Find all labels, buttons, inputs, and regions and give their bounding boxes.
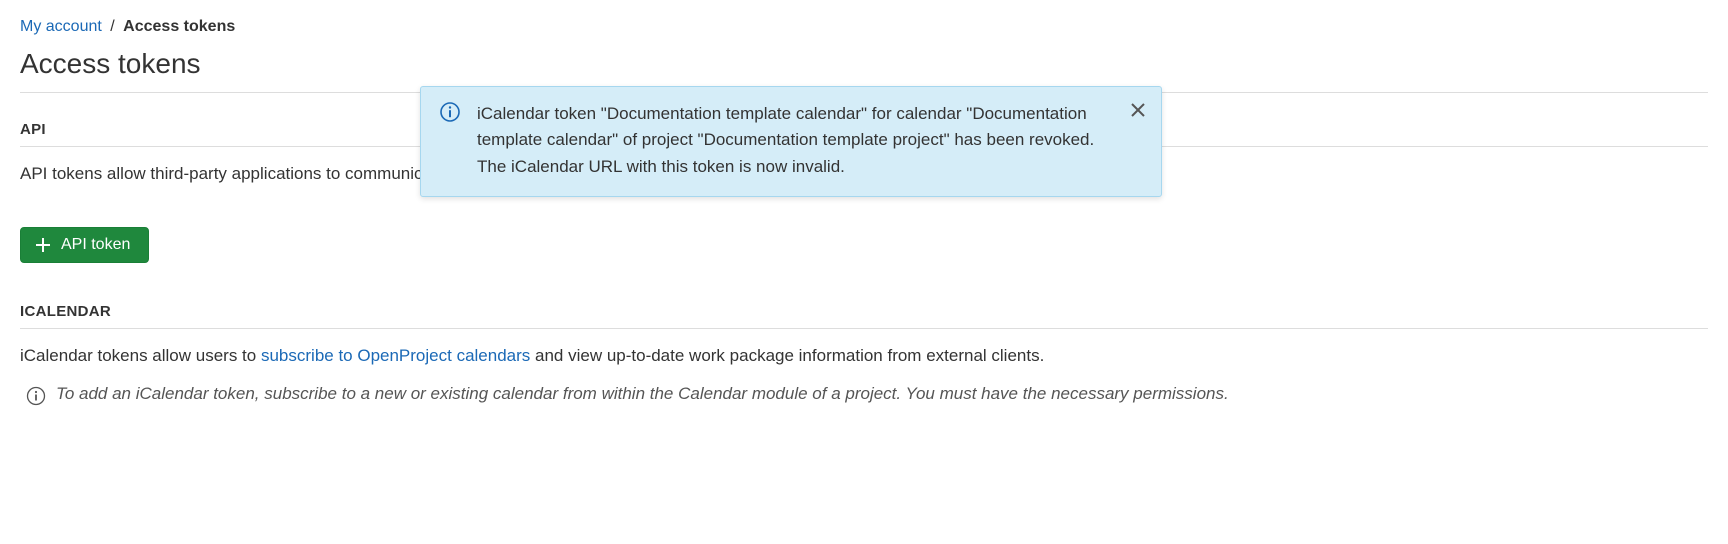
- add-api-token-button[interactable]: API token: [20, 227, 149, 263]
- info-icon: [439, 101, 461, 131]
- info-icon: [26, 386, 46, 411]
- icalendar-desc-suffix: and view up-to-date work package informa…: [530, 346, 1044, 365]
- breadcrumb-current: Access tokens: [123, 18, 235, 35]
- subscribe-calendars-link[interactable]: subscribe to OpenProject calendars: [261, 346, 530, 365]
- breadcrumb-parent-link[interactable]: My account: [20, 18, 102, 35]
- breadcrumb: My account / Access tokens: [20, 18, 1708, 36]
- icalendar-desc-prefix: iCalendar tokens allow users to: [20, 346, 261, 365]
- page-title: Access tokens: [20, 48, 1708, 80]
- icalendar-section-description: iCalendar tokens allow users to subscrib…: [20, 343, 1708, 369]
- plus-icon: [35, 237, 51, 253]
- breadcrumb-separator: /: [110, 18, 114, 35]
- icalendar-hint: To add an iCalendar token, subscribe to …: [20, 384, 1708, 411]
- toast-message: iCalendar token "Documentation template …: [477, 104, 1094, 176]
- toast-notification: iCalendar token "Documentation template …: [420, 86, 1162, 197]
- icalendar-hint-text: To add an iCalendar token, subscribe to …: [56, 384, 1229, 404]
- icalendar-section: ICALENDAR iCalendar tokens allow users t…: [20, 303, 1708, 412]
- close-icon[interactable]: [1129, 101, 1147, 127]
- icalendar-section-heading: ICALENDAR: [20, 303, 1708, 329]
- add-api-token-label: API token: [61, 236, 130, 254]
